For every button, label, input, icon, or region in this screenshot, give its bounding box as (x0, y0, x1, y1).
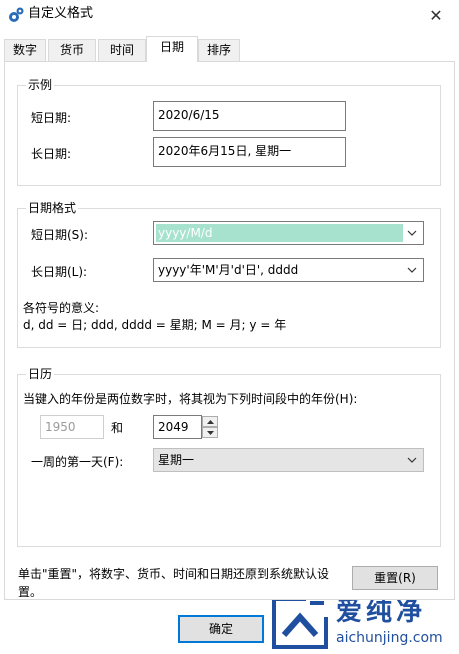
date-format-group: 日期格式 短日期(S): yyyy/M/d 长日期(L): yyyy'年'M'月… (17, 200, 441, 348)
calendar-group-title: 日历 (26, 366, 55, 382)
spin-down-icon[interactable] (202, 427, 218, 438)
first-day-combo-value[interactable]: 星期一 (156, 451, 196, 469)
tab-number[interactable]: 数字 (4, 39, 46, 61)
spin-up-icon[interactable] (202, 416, 218, 427)
tab-time[interactable]: 时间 (98, 39, 146, 61)
title-bar: 自定义格式 ✕ (0, 0, 459, 30)
watermark-url: aichunjing.com (336, 630, 443, 646)
example-group: 示例 短日期: 2020/6/15 长日期: 2020年6月15日, 星期一 (17, 77, 441, 186)
date-tab-panel: 示例 短日期: 2020/6/15 长日期: 2020年6月15日, 星期一 日… (4, 61, 455, 600)
and-label: 和 (111, 421, 124, 435)
chevron-down-icon[interactable] (406, 263, 418, 277)
example-long-label: 长日期: (31, 147, 72, 161)
end-year-input[interactable]: 2049 (153, 415, 202, 439)
two-digit-year-desc: 当键入的年份是两位数字时，将其视为下列时间段中的年份(H): (23, 392, 358, 406)
example-short-label: 短日期: (31, 111, 72, 125)
watermark: 爱纯净 aichunjing.com (270, 595, 459, 651)
reset-desc-line1: 单击"重置"，将数字、货币、时间和日期还原到系统默认设 (18, 567, 330, 581)
calendar-group: 日历 当键入的年份是两位数字时，将其视为下列时间段中的年份(H): 1950 和… (17, 366, 441, 547)
first-day-label: 一周的第一天(F): (31, 455, 124, 469)
ok-button[interactable]: 确定 (178, 615, 264, 643)
long-date-combo[interactable]: yyyy'年'M'月'd'日', dddd (153, 258, 424, 282)
example-group-title: 示例 (26, 77, 55, 93)
short-date-label: 短日期(S): (31, 228, 89, 242)
watermark-text: 爱纯净 (336, 597, 427, 627)
date-format-group-title: 日期格式 (26, 200, 79, 216)
example-short-value: 2020/6/15 (153, 101, 346, 131)
example-long-value: 2020年6月15日, 星期一 (153, 137, 346, 167)
window-title: 自定义格式 (28, 6, 94, 21)
close-icon[interactable]: ✕ (413, 0, 459, 30)
symbol-legend-title: 各符号的意义: (23, 301, 100, 315)
symbol-legend-text: d, dd = 日; ddd, dddd = 星期; M = 月; y = 年 (23, 318, 287, 332)
tab-date[interactable]: 日期 (146, 36, 198, 62)
short-date-combo-value[interactable]: yyyy/M/d (156, 224, 403, 242)
tab-sort[interactable]: 排序 (198, 39, 240, 61)
tab-currency[interactable]: 货币 (48, 39, 96, 61)
chevron-down-icon[interactable] (406, 453, 418, 467)
long-date-label: 长日期(L): (31, 265, 88, 279)
start-year-input: 1950 (40, 415, 104, 439)
chevron-down-icon[interactable] (406, 226, 418, 240)
year-spinner[interactable] (202, 416, 218, 438)
first-day-combo[interactable]: 星期一 (153, 448, 424, 472)
reset-desc-line2: 置。 (18, 585, 43, 599)
app-gear-icon (9, 7, 24, 22)
long-date-combo-value[interactable]: yyyy'年'M'月'd'日', dddd (156, 261, 300, 279)
reset-button[interactable]: 重置(R) (352, 566, 438, 590)
short-date-combo[interactable]: yyyy/M/d (153, 221, 424, 245)
